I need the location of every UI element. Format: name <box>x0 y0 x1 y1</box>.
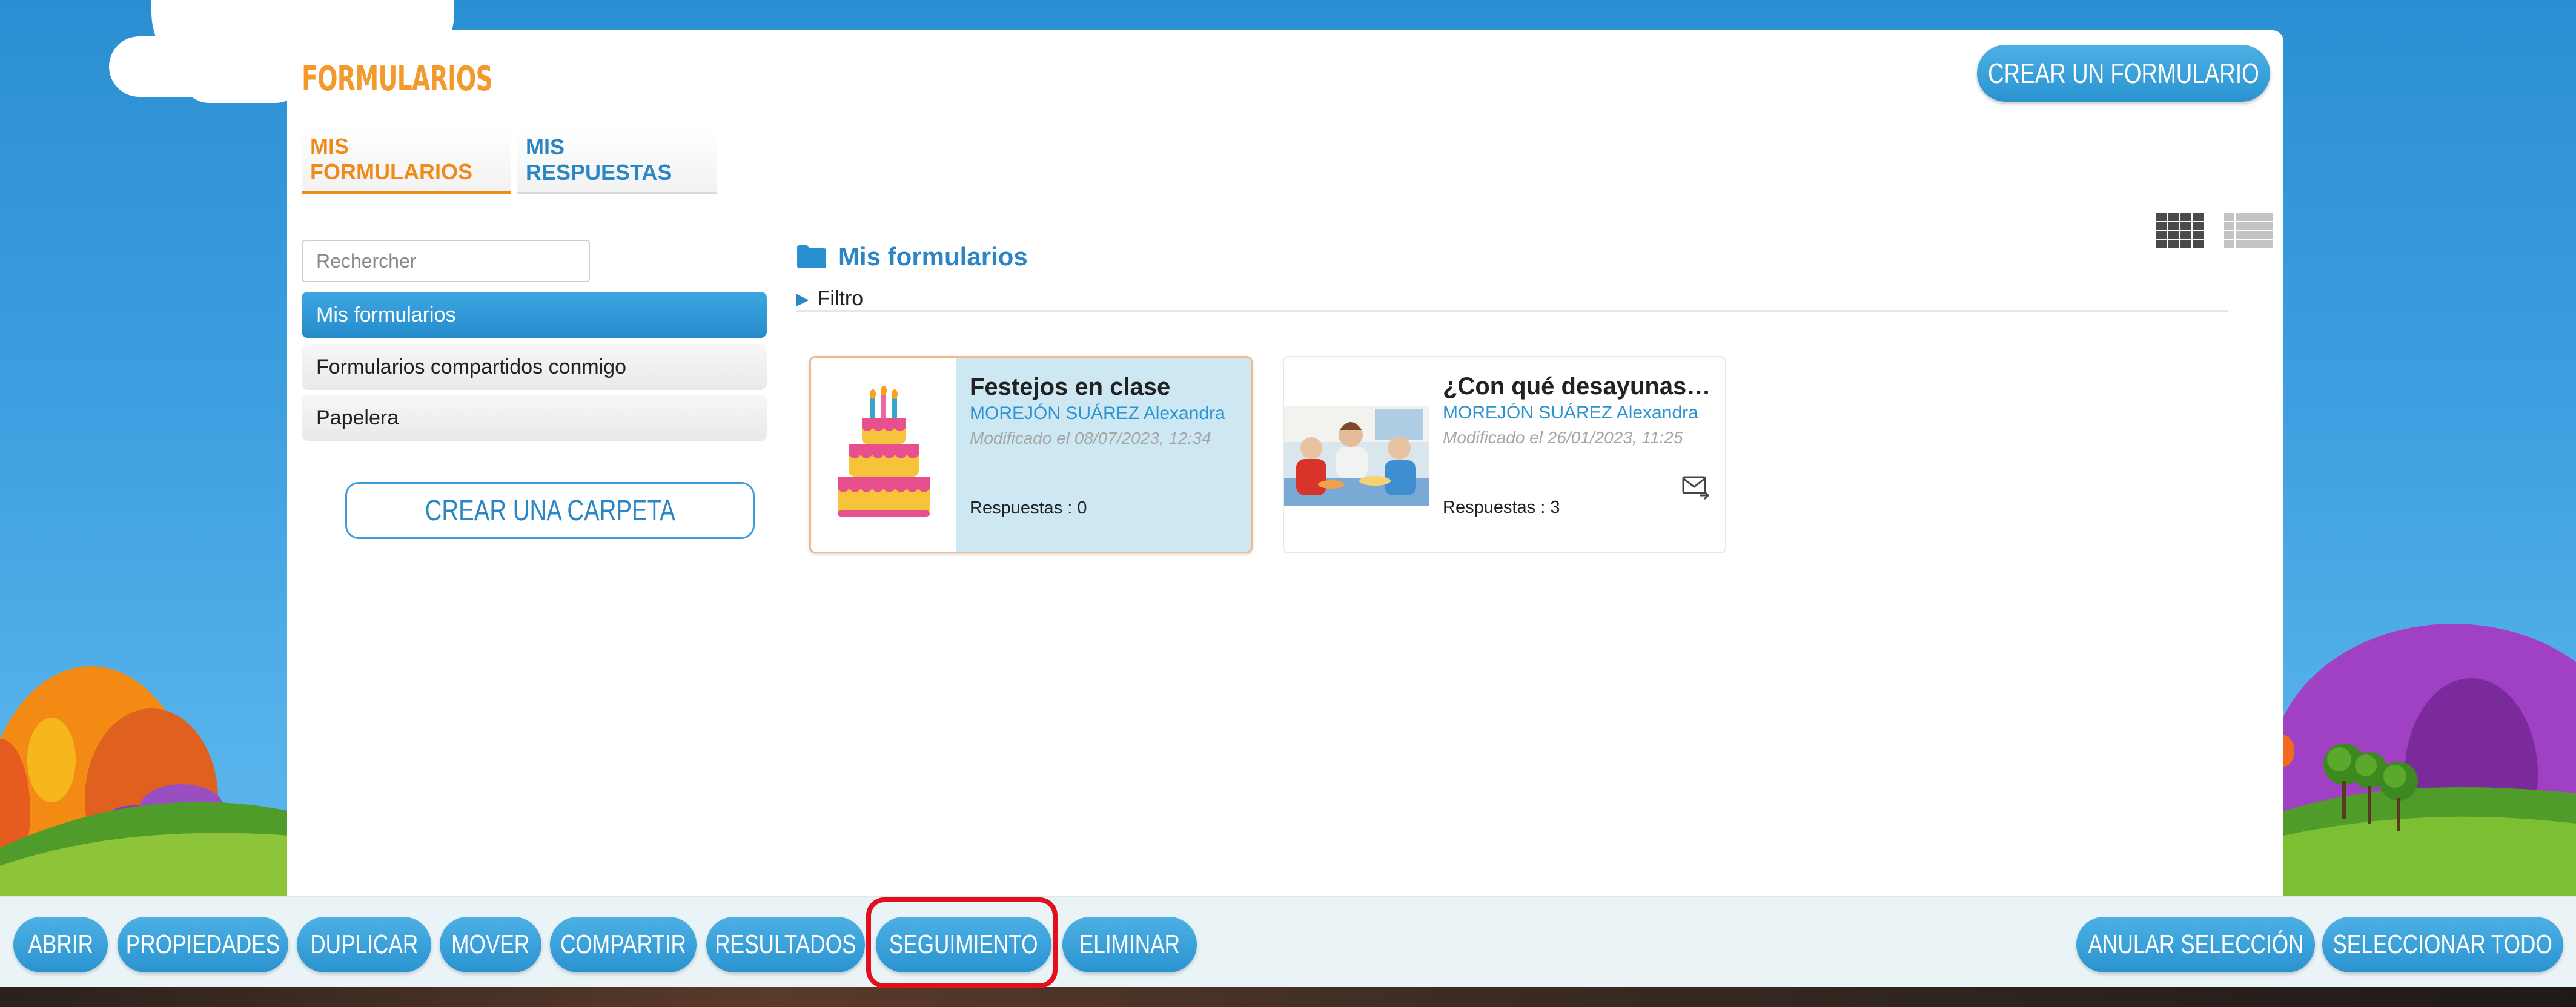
open-button[interactable]: ABRIR <box>13 917 108 972</box>
folder-heading: Mis formularios <box>796 242 1028 271</box>
deselect-button[interactable]: ANULAR SELECCIÓN <box>2076 917 2315 972</box>
share-button[interactable]: COMPARTIR <box>550 917 697 972</box>
card-thumbnail <box>1284 357 1429 552</box>
card-thumbnail <box>811 358 956 552</box>
card-author: MOREJÓN SUÁREZ Alexandra <box>1443 403 1698 423</box>
card-modified-date: Modificado el 08/07/2023, 12:34 <box>970 429 1211 447</box>
tab-mis-respuestas[interactable]: MIS RESPUESTAS <box>517 127 717 194</box>
select-all-button[interactable]: SELECCIONAR TODO <box>2322 917 2563 972</box>
form-card[interactable]: ¿Con qué desayunas ... MOREJÓN SUÁREZ Al… <box>1283 356 1726 553</box>
move-button[interactable]: MOVER <box>440 917 541 972</box>
tab-mis-formularios[interactable]: MIS FORMULARIOS <box>302 127 511 194</box>
folder-icon <box>797 245 826 268</box>
sidebar-item-compartidos[interactable]: Formularios compartidos conmigo <box>302 344 767 390</box>
card-body: Festejos en clase MOREJÓN SUÁREZ Alexand… <box>970 374 1239 448</box>
card-author: MOREJÓN SUÁREZ Alexandra <box>970 403 1225 423</box>
grid-view-icon[interactable] <box>2156 213 2205 249</box>
sidebar-item-mis-formularios[interactable]: Mis formularios <box>302 292 767 338</box>
deselect-button-label: ANULAR SELECCIÓN <box>2088 929 2304 959</box>
move-button-label: MOVER <box>451 929 530 959</box>
divider <box>796 310 2228 312</box>
list-view-icon[interactable] <box>2224 213 2273 249</box>
children-breakfast-photo <box>1284 406 1429 506</box>
create-folder-button[interactable]: CREAR UNA CARPETA <box>345 482 755 539</box>
create-form-button[interactable]: CREAR UN FORMULARIO <box>1977 45 2270 102</box>
view-toggle-group <box>2156 213 2273 249</box>
page-title: FORMULARIOS <box>302 59 493 99</box>
highlight-box <box>866 897 1058 988</box>
card-modified-date: Modificado el 26/01/2023, 11:25 <box>1443 428 1683 447</box>
birthday-cake-icon <box>838 386 930 517</box>
main-panel: FORMULARIOS CREAR UN FORMULARIO MIS FORM… <box>287 30 2283 896</box>
sidebar-item-papelera[interactable]: Papelera <box>302 395 767 441</box>
card-body: ¿Con qué desayunas ... MOREJÓN SUÁREZ Al… <box>1443 373 1713 447</box>
triangle-right-icon: ▶ <box>796 289 809 308</box>
filter-toggle[interactable]: ▶ Filtro <box>796 287 863 311</box>
results-button-label: RESULTADOS <box>715 929 856 959</box>
open-button-label: ABRIR <box>28 929 93 959</box>
properties-button-label: PROPIEDADES <box>125 929 280 959</box>
card-responses: Respuestas : 0 <box>970 498 1087 518</box>
results-button[interactable]: RESULTADOS <box>706 917 865 972</box>
share-button-label: COMPARTIR <box>560 929 686 959</box>
sidebar-item-label: Papelera <box>316 406 399 429</box>
duplicate-button[interactable]: DUPLICAR <box>297 917 431 972</box>
action-toolbar: ABRIR PROPIEDADES DUPLICAR MOVER COMPART… <box>0 896 2576 987</box>
bottom-background-strip <box>0 987 2576 1007</box>
sidebar-item-label: Formularios compartidos conmigo <box>316 355 627 378</box>
select-all-button-label: SELECCIONAR TODO <box>2333 929 2553 959</box>
card-responses: Respuestas : 3 <box>1443 498 1560 517</box>
card-title: ¿Con qué desayunas ... <box>1443 373 1713 400</box>
delete-button[interactable]: ELIMINAR <box>1062 917 1197 972</box>
sidebar-item-label: Mis formularios <box>316 303 456 326</box>
delete-button-label: ELIMINAR <box>1079 929 1180 959</box>
folder-title: Mis formularios <box>838 242 1028 271</box>
create-form-button-label: CREAR UN FORMULARIO <box>1988 58 2259 89</box>
form-card[interactable]: Festejos en clase MOREJÓN SUÁREZ Alexand… <box>809 356 1253 553</box>
search-input[interactable] <box>302 240 590 282</box>
duplicate-button-label: DUPLICAR <box>310 929 418 959</box>
card-title: Festejos en clase <box>970 374 1171 400</box>
mail-forward-icon[interactable] <box>1681 474 1710 500</box>
properties-button[interactable]: PROPIEDADES <box>118 917 288 972</box>
filter-label: Filtro <box>817 287 864 310</box>
create-folder-button-label: CREAR UNA CARPETA <box>425 494 675 527</box>
